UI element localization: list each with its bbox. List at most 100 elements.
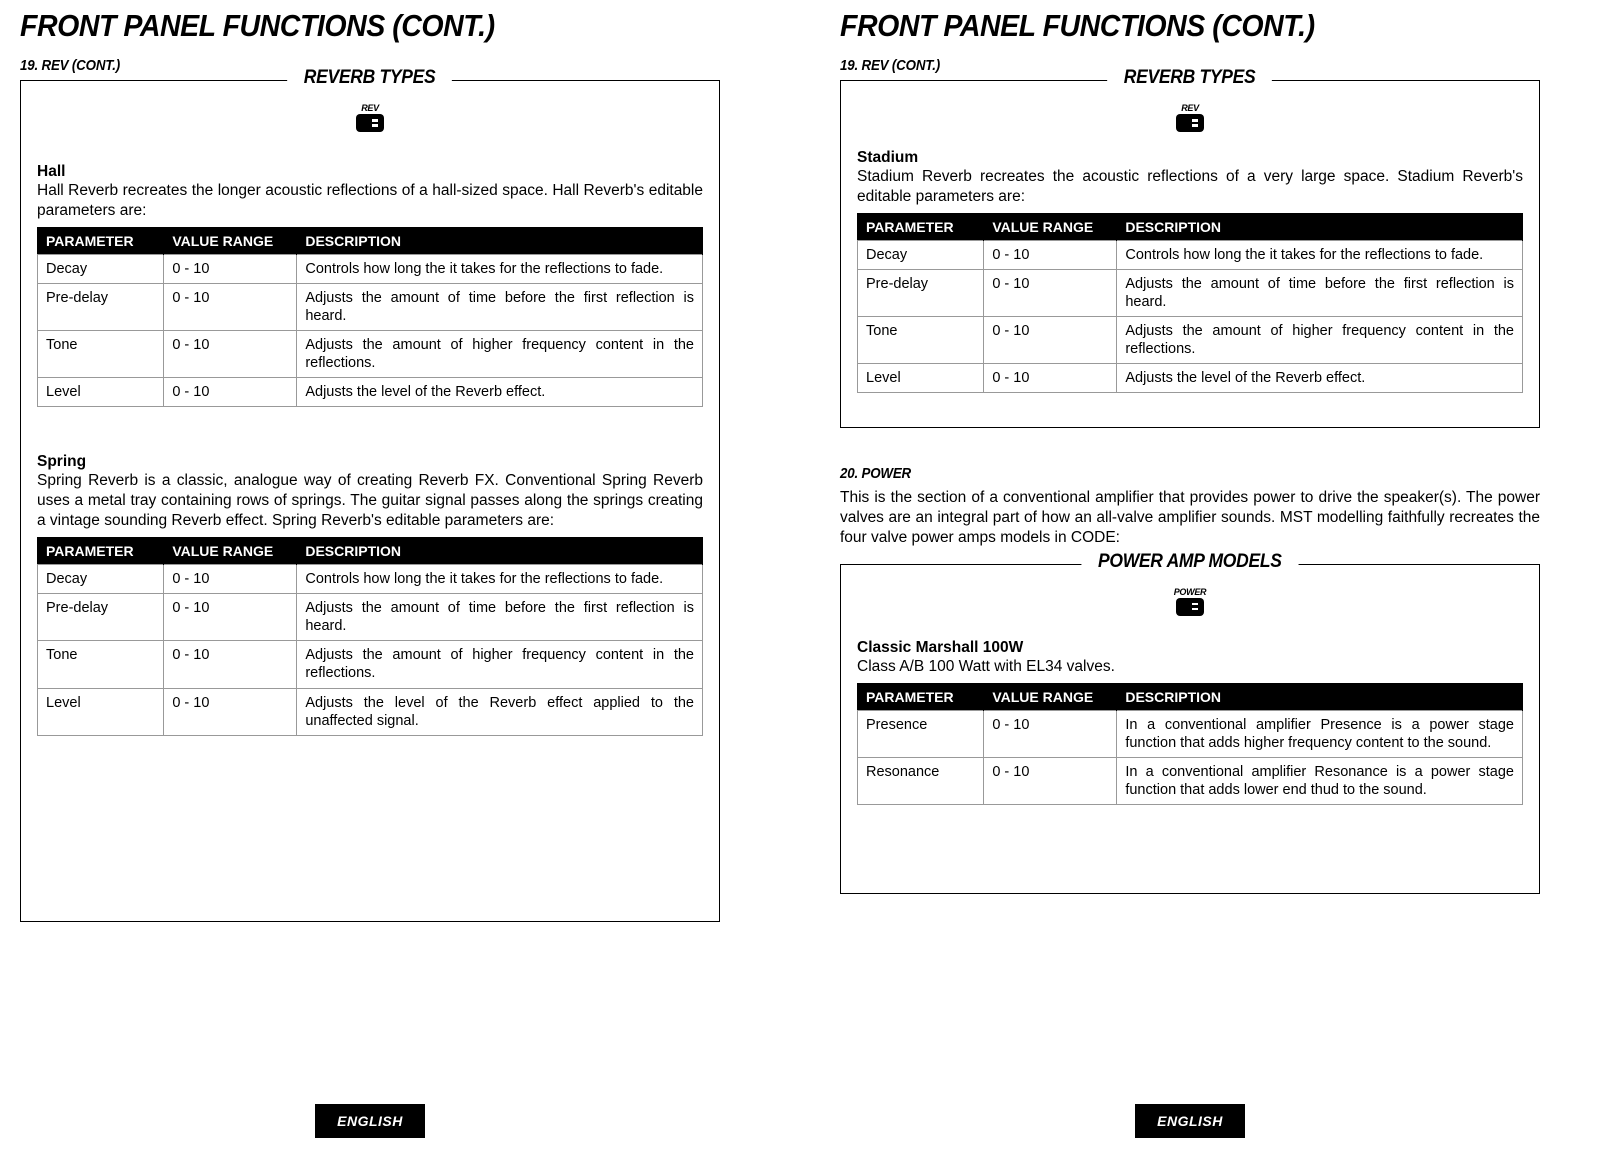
table-cell: 0 - 10 [984,757,1117,804]
table-row: Pre-delay0 - 10Adjusts the amount of tim… [38,283,703,330]
table-cell: 0 - 10 [164,331,297,378]
hall-table: PARAMETER VALUE RANGE DESCRIPTION Decay0… [37,227,703,408]
th-param: PARAMETER [38,227,164,254]
table-cell: Tone [38,331,164,378]
table-cell: 0 - 10 [984,240,1117,269]
th-param: PARAMETER [38,537,164,564]
power-icon [1176,598,1204,616]
table-cell: 0 - 10 [984,710,1117,757]
th-desc: DESCRIPTION [297,227,703,254]
table-cell: Controls how long the it takes for the r… [297,254,703,283]
table-row: Pre-delay0 - 10Adjusts the amount of tim… [38,594,703,641]
table-cell: 0 - 10 [164,254,297,283]
th-range: VALUE RANGE [984,683,1117,710]
th-range: VALUE RANGE [984,213,1117,240]
classic-title: Classic Marshall 100W [857,639,1523,657]
th-range: VALUE RANGE [164,537,297,564]
table-row: Tone0 - 10Adjusts the amount of higher f… [38,641,703,688]
table-cell: Adjusts the level of the Reverb effect. [1117,364,1523,393]
table-cell: Tone [38,641,164,688]
table-cell: Adjusts the amount of time before the fi… [1117,269,1523,316]
table-cell: Adjusts the level of the Reverb effect a… [297,688,703,735]
table-cell: 0 - 10 [164,564,297,593]
power-amp-legend: POWER AMP MODELS [841,551,1539,573]
manual-page-left: FRONT PANEL FUNCTIONS (CONT.) 19. REV (C… [20,0,720,1166]
table-cell: Resonance [858,757,984,804]
table-cell: Pre-delay [38,594,164,641]
table-cell: 0 - 10 [164,594,297,641]
section-20-text: This is the section of a conventional am… [840,488,1540,547]
reverb-types-legend-text: REVERB TYPES [288,67,453,89]
table-cell: 0 - 10 [984,364,1117,393]
table-cell: Controls how long the it takes for the r… [297,564,703,593]
table-row: Decay0 - 10Controls how long the it take… [858,240,1523,269]
stadium-title: Stadium [857,149,1523,167]
table-row: Tone0 - 10Adjusts the amount of higher f… [38,331,703,378]
spring-desc: Spring Reverb is a classic, analogue way… [37,471,703,530]
table-cell: Tone [858,317,984,364]
th-desc: DESCRIPTION [1117,683,1523,710]
rev-icon [356,114,384,132]
reverb-types-legend: REVERB TYPES [841,67,1539,89]
table-cell: Adjusts the amount of higher frequency c… [297,331,703,378]
spring-block: Spring Spring Reverb is a classic, analo… [37,453,703,735]
table-cell: 0 - 10 [164,688,297,735]
page-title: FRONT PANEL FUNCTIONS (CONT.) [20,8,664,44]
table-cell: 0 - 10 [984,317,1117,364]
table-cell: In a conventional amplifier Presence is … [1117,710,1523,757]
table-row: Resonance0 - 10In a conventional amplifi… [858,757,1523,804]
table-cell: 0 - 10 [984,269,1117,316]
th-desc: DESCRIPTION [297,537,703,564]
rev-icon-label: REV [37,103,703,113]
classic-block: Classic Marshall 100W Class A/B 100 Watt… [857,639,1523,805]
table-cell: 0 - 10 [164,283,297,330]
table-cell: Adjusts the amount of higher frequency c… [1117,317,1523,364]
table-cell: Pre-delay [38,283,164,330]
language-badge: ENGLISH [1135,1104,1245,1138]
th-desc: DESCRIPTION [1117,213,1523,240]
table-cell: Level [858,364,984,393]
table-cell: Pre-delay [858,269,984,316]
table-cell: Decay [38,254,164,283]
table-cell: Decay [38,564,164,593]
spring-title: Spring [37,453,703,471]
table-row: Presence0 - 10In a conventional amplifie… [858,710,1523,757]
table-row: Tone0 - 10Adjusts the amount of higher f… [858,317,1523,364]
hall-desc: Hall Reverb recreates the longer acousti… [37,181,703,221]
power-icon-label: POWER [857,587,1523,597]
table-row: Level0 - 10Adjusts the level of the Reve… [858,364,1523,393]
table-cell: Adjusts the amount of time before the fi… [297,594,703,641]
table-row: Decay0 - 10Controls how long the it take… [38,254,703,283]
rev-icon-label: REV [857,103,1523,113]
table-cell: 0 - 10 [164,641,297,688]
table-row: Level0 - 10Adjusts the level of the Reve… [38,378,703,407]
reverb-types-legend: REVERB TYPES [21,67,719,89]
rev-icon-block: REV [37,103,703,137]
table-cell: Decay [858,240,984,269]
section-20-label: 20. POWER [840,466,1484,482]
reverb-types-box: REVERB TYPES REV Hall Hall Reverb recrea… [20,80,720,922]
reverb-types-legend-text: REVERB TYPES [1108,67,1273,89]
table-row: Decay0 - 10Controls how long the it take… [38,564,703,593]
table-cell: Adjusts the amount of time before the fi… [297,283,703,330]
table-row: Level0 - 10Adjusts the level of the Reve… [38,688,703,735]
classic-desc: Class A/B 100 Watt with EL34 valves. [857,657,1523,677]
stadium-block: Stadium Stadium Reverb recreates the aco… [857,149,1523,393]
stadium-desc: Stadium Reverb recreates the acoustic re… [857,167,1523,207]
th-range: VALUE RANGE [164,227,297,254]
table-cell: Level [38,688,164,735]
table-cell: Adjusts the amount of higher frequency c… [297,641,703,688]
power-amp-box: POWER AMP MODELS POWER Classic Marshall … [840,564,1540,894]
power-amp-legend-text: POWER AMP MODELS [1082,551,1299,573]
manual-page-right: FRONT PANEL FUNCTIONS (CONT.) 19. REV (C… [840,0,1540,1166]
hall-title: Hall [37,163,703,181]
table-cell: Level [38,378,164,407]
table-cell: Controls how long the it takes for the r… [1117,240,1523,269]
reverb-types-box: REVERB TYPES REV Stadium Stadium Reverb … [840,80,1540,428]
spring-table: PARAMETER VALUE RANGE DESCRIPTION Decay0… [37,537,703,736]
rev-icon [1176,114,1204,132]
table-cell: Adjusts the level of the Reverb effect. [297,378,703,407]
classic-table: PARAMETER VALUE RANGE DESCRIPTION Presen… [857,683,1523,806]
table-cell: 0 - 10 [164,378,297,407]
hall-block: Hall Hall Reverb recreates the longer ac… [37,163,703,407]
